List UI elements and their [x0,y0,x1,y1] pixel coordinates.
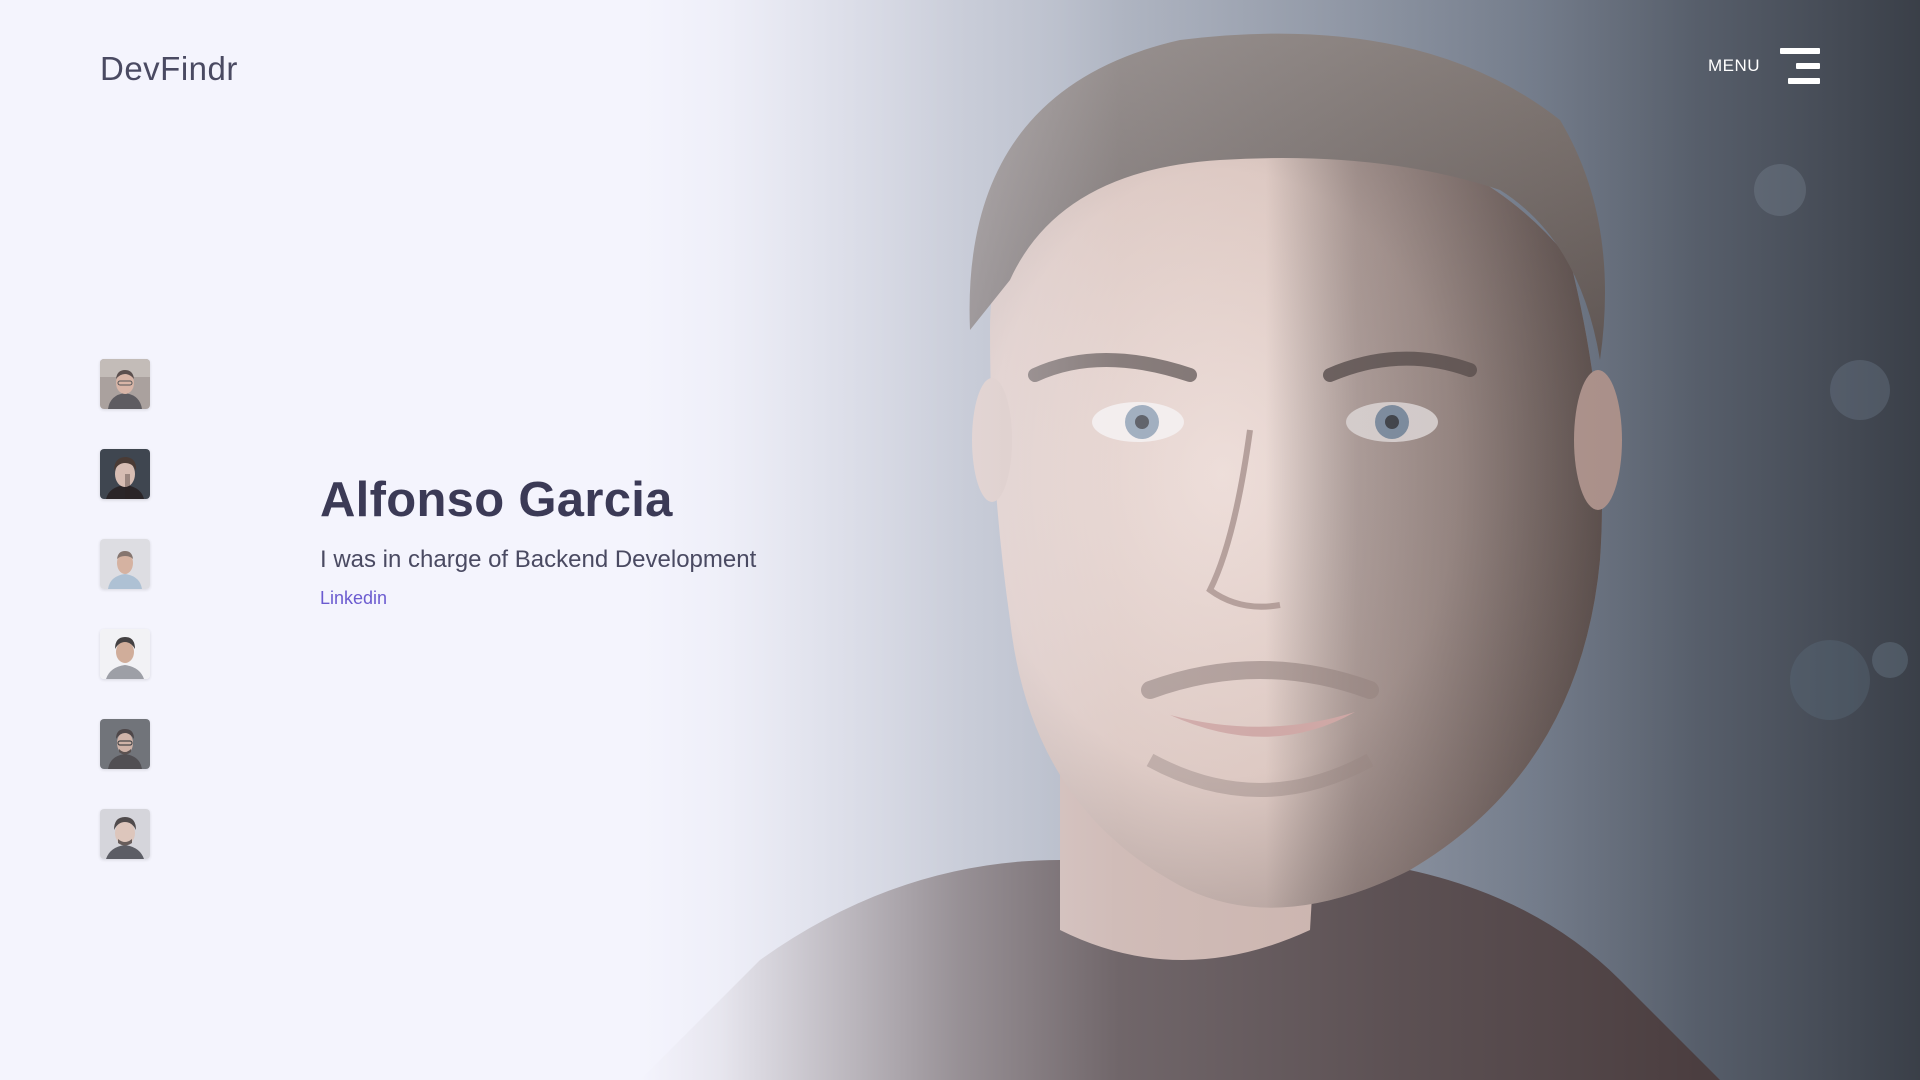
linkedin-link[interactable]: Linkedin [320,588,387,609]
person-5-avatar [100,719,150,769]
person-6-avatar [100,809,150,859]
page: DevFindr MENU Alfonso Garcia I was in ch… [0,0,1920,1080]
team-member-avatar-4[interactable] [100,629,150,679]
hamburger-menu-icon[interactable] [1780,48,1820,84]
person-4-avatar [100,629,150,679]
profile-role: I was in charge of Backend Development [320,546,757,573]
profile-panel: Alfonso Garcia I was in charge of Backen… [320,472,756,609]
logo[interactable]: DevFindr [100,50,238,88]
hero-fade-overlay [0,0,1920,1080]
team-member-avatar-6[interactable] [100,809,150,859]
team-avatar-list [100,359,150,899]
team-member-avatar-3[interactable] [100,539,150,589]
person-1-avatar [100,359,150,409]
team-member-avatar-5[interactable] [100,719,150,769]
person-2-avatar [100,449,150,499]
menu-label[interactable]: MENU [1708,56,1760,76]
team-member-avatar-2-selected[interactable] [100,449,150,499]
menu-button[interactable]: MENU [1708,48,1820,84]
profile-name: Alfonso Garcia [320,473,673,527]
person-3-avatar [100,539,150,589]
team-member-avatar-1[interactable] [100,359,150,409]
